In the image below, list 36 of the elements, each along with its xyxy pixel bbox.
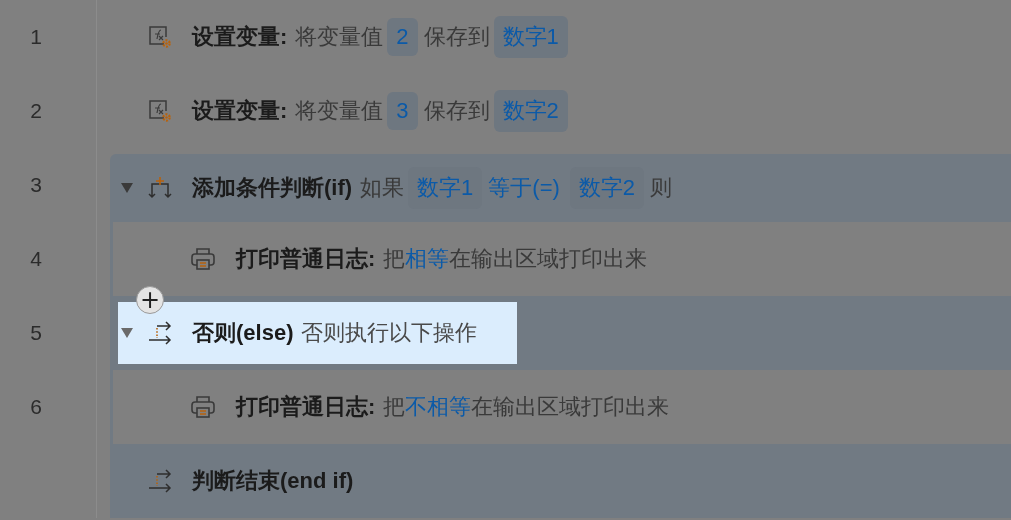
- step-title: 添加条件判断(if): [192, 174, 353, 202]
- step-text: 将变量值: [295, 23, 384, 51]
- step-title: 否则(else): [192, 319, 294, 347]
- operator-link[interactable]: 等于(=): [488, 173, 560, 203]
- swap-arrows-icon: [147, 320, 173, 346]
- swap-arrows-icon: [147, 468, 173, 494]
- step-title: 打印普通日志:: [236, 245, 376, 273]
- variable-chip[interactable]: 数字1: [493, 16, 568, 58]
- branch-icon: [147, 175, 173, 201]
- line-number: 5: [30, 321, 42, 345]
- step-text: 则: [650, 174, 673, 202]
- step-text: 否则执行以下操作: [301, 319, 478, 347]
- variable-chip[interactable]: 2: [387, 18, 418, 56]
- variable-chip[interactable]: 3: [387, 92, 418, 130]
- line-number: 1: [30, 25, 42, 49]
- printer-icon: [189, 246, 217, 272]
- printer-icon: [189, 394, 217, 420]
- step-title: 打印普通日志:: [236, 393, 376, 421]
- step-text: 把不相等在输出区域打印出来: [383, 393, 670, 421]
- variable-chip[interactable]: 数字2: [493, 90, 568, 132]
- line-number: 4: [30, 247, 42, 271]
- step-title: 设置变量:: [192, 97, 288, 125]
- step-title: 设置变量:: [192, 23, 288, 51]
- function-gear-icon: [147, 98, 173, 124]
- step-text: 如果: [360, 174, 405, 202]
- step-text: 保存到: [423, 97, 490, 125]
- step-text: 将变量值: [295, 97, 384, 125]
- expand-triangle-icon[interactable]: [121, 328, 133, 338]
- line-number: 6: [30, 395, 42, 419]
- step-text: 保存到: [423, 23, 490, 51]
- expand-triangle-icon[interactable]: [121, 183, 133, 193]
- function-gear-icon: [147, 24, 173, 50]
- line-number: 2: [30, 99, 42, 123]
- step-title: 判断结束(end if): [192, 467, 354, 495]
- line-number: 3: [30, 173, 42, 197]
- step-text: 把相等在输出区域打印出来: [383, 245, 648, 273]
